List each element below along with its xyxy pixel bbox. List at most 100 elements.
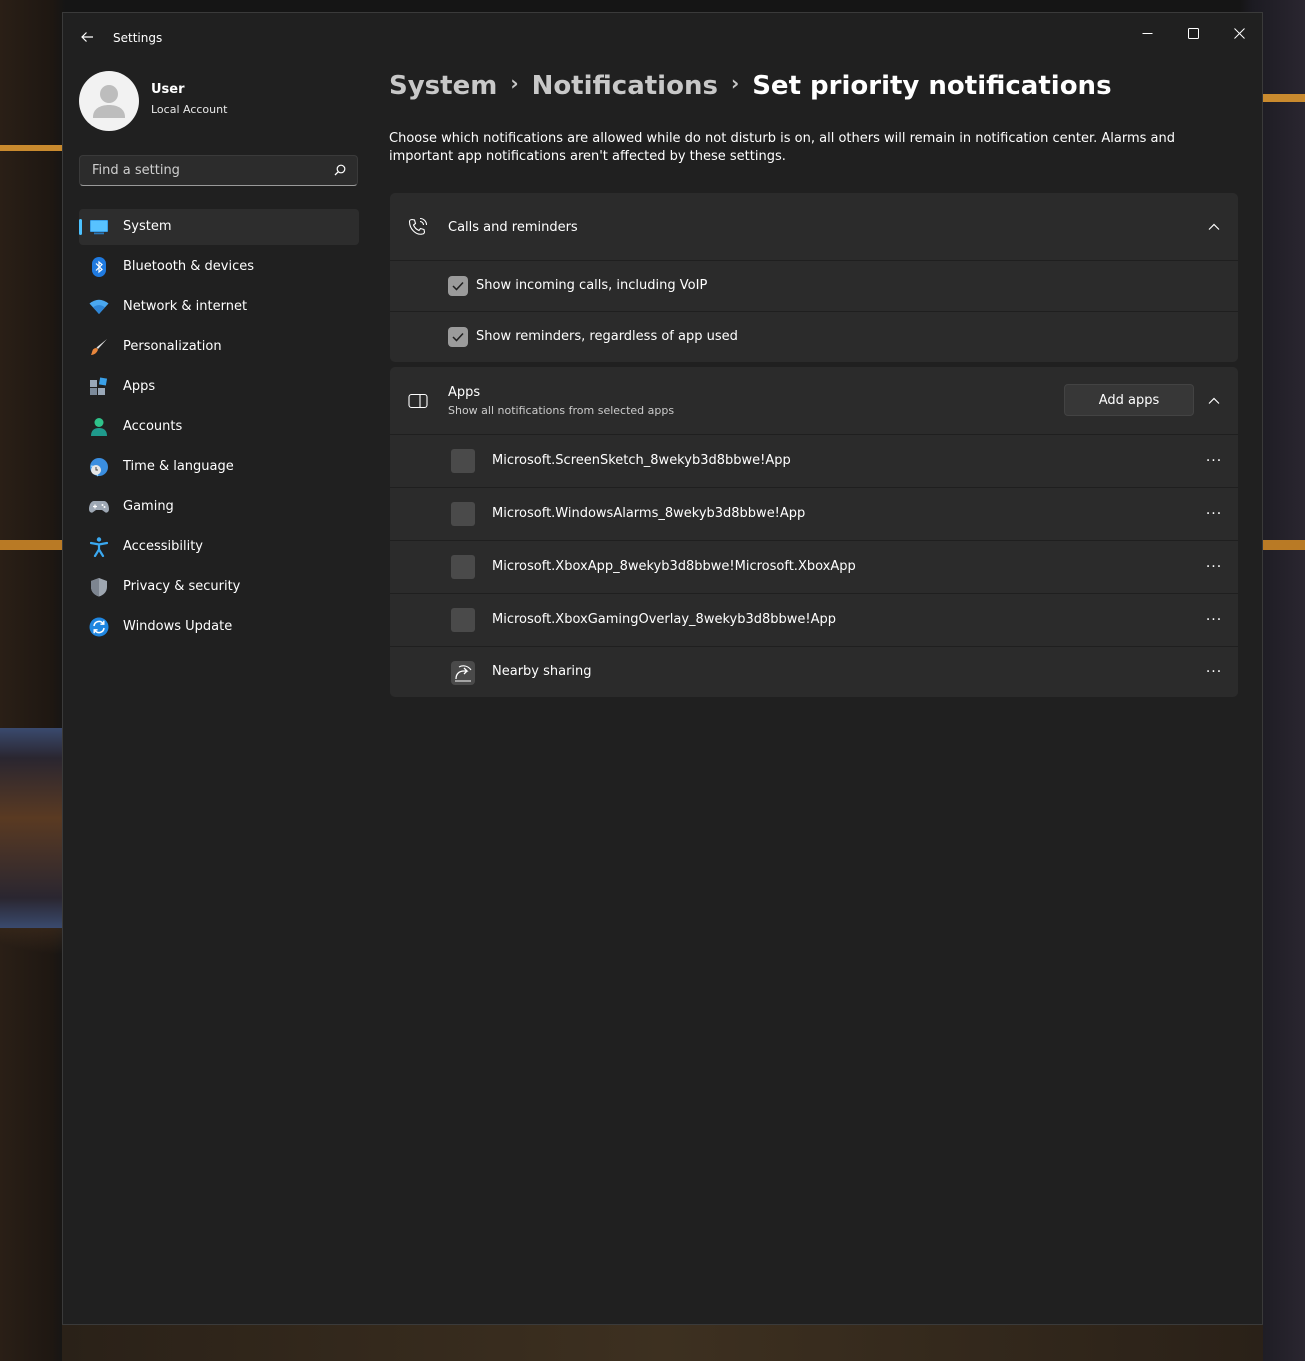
- maximize-icon: [1187, 27, 1199, 39]
- wifi-icon: [89, 297, 109, 317]
- page-title: Set priority notifications: [752, 71, 1112, 101]
- nav-item-apps[interactable]: Apps: [79, 369, 359, 405]
- incoming-calls-checkbox[interactable]: [448, 276, 468, 296]
- app-name: Microsoft.XboxGamingOverlay_8wekyb3d8bbw…: [492, 612, 836, 627]
- app-window-icon: [408, 391, 428, 411]
- app-name: Nearby sharing: [492, 664, 592, 679]
- user-name: User: [151, 82, 185, 97]
- nav-item-accessibility[interactable]: Accessibility: [79, 529, 359, 565]
- app-row[interactable]: Microsoft.XboxApp_8wekyb3d8bbwe!Microsof…: [390, 541, 1238, 594]
- globe-clock-icon: [89, 457, 109, 477]
- search-icon[interactable]: [334, 164, 346, 176]
- accounts-icon: [89, 417, 109, 437]
- reminders-label: Show reminders, regardless of app used: [476, 329, 738, 344]
- nav-label-network: Network & internet: [123, 299, 248, 314]
- more-options-button[interactable]: ···: [1202, 502, 1226, 526]
- app-row[interactable]: Microsoft.ScreenSketch_8wekyb3d8bbwe!App…: [390, 435, 1238, 488]
- nav-label-system: System: [123, 219, 172, 234]
- app-row[interactable]: Microsoft.XboxGamingOverlay_8wekyb3d8bbw…: [390, 594, 1238, 647]
- apps-header[interactable]: Apps Show all notifications from selecte…: [390, 367, 1238, 435]
- app-row[interactable]: Microsoft.WindowsAlarms_8wekyb3d8bbwe!Ap…: [390, 488, 1238, 541]
- app-row[interactable]: Nearby sharing ···: [390, 647, 1238, 697]
- nearby-sharing-icon: [450, 660, 476, 686]
- search-input[interactable]: [90, 162, 324, 179]
- accessibility-icon: [89, 537, 109, 557]
- person-icon: [93, 85, 125, 118]
- nav-item-personalization[interactable]: Personalization: [79, 329, 359, 365]
- chevron-right-icon: ›: [510, 71, 519, 95]
- nav-item-windows-update[interactable]: Windows Update: [79, 609, 359, 645]
- chevron-up-icon[interactable]: [1207, 394, 1221, 408]
- chevron-right-icon: ›: [730, 71, 740, 95]
- breadcrumb-system[interactable]: System: [389, 71, 497, 101]
- shield-icon: [89, 577, 109, 597]
- nav-label-accessibility: Accessibility: [123, 539, 203, 554]
- settings-window: Settings User Local Account Find a setti…: [62, 12, 1263, 1325]
- nav-label-gaming: Gaming: [123, 499, 174, 514]
- apps-icon: [89, 377, 109, 397]
- back-button[interactable]: [76, 26, 98, 48]
- nav-label-time-language: Time & language: [123, 459, 234, 474]
- nav-label-apps: Apps: [123, 379, 156, 394]
- more-options-button[interactable]: ···: [1202, 555, 1226, 579]
- phone-ring-icon: [408, 217, 428, 237]
- nav-item-gaming[interactable]: Gaming: [79, 489, 359, 525]
- update-icon: [89, 617, 109, 637]
- calls-reminders-title: Calls and reminders: [448, 220, 578, 235]
- nav-list: System Bluetooth & devices Network & int…: [79, 209, 359, 649]
- option-incoming-calls[interactable]: Show incoming calls, including VoIP: [390, 261, 1238, 312]
- system-icon: [89, 217, 109, 237]
- add-apps-button[interactable]: Add apps: [1064, 384, 1194, 416]
- nav-label-bluetooth: Bluetooth & devices: [123, 259, 254, 274]
- apps-title: Apps: [448, 385, 481, 400]
- gamepad-icon: [89, 497, 109, 517]
- nav-label-windows-update: Windows Update: [123, 619, 233, 634]
- back-arrow-icon: [81, 32, 93, 42]
- checkmark-icon: [452, 281, 464, 291]
- app-placeholder-icon: [451, 608, 475, 632]
- more-options-button[interactable]: ···: [1202, 449, 1226, 473]
- close-icon: [1233, 27, 1245, 39]
- more-options-button[interactable]: ···: [1202, 660, 1226, 684]
- avatar: [79, 71, 139, 131]
- breadcrumb-notifications[interactable]: Notifications: [532, 71, 718, 101]
- reminders-checkbox[interactable]: [448, 327, 468, 347]
- checkmark-icon: [452, 332, 464, 342]
- app-placeholder-icon: [451, 555, 475, 579]
- nav-item-time-language[interactable]: Time & language: [79, 449, 359, 485]
- user-profile[interactable]: User Local Account: [79, 71, 369, 133]
- bluetooth-icon: [89, 257, 109, 277]
- nav-label-personalization: Personalization: [123, 339, 222, 354]
- nav-item-bluetooth[interactable]: Bluetooth & devices: [79, 249, 359, 285]
- maximize-button[interactable]: [1170, 17, 1216, 49]
- more-options-button[interactable]: ···: [1202, 608, 1226, 632]
- incoming-calls-label: Show incoming calls, including VoIP: [476, 278, 708, 293]
- nav-item-accounts[interactable]: Accounts: [79, 409, 359, 445]
- app-placeholder-icon: [451, 502, 475, 526]
- search-box[interactable]: [79, 155, 358, 186]
- apps-subtitle: Show all notifications from selected app…: [448, 404, 675, 417]
- nav-item-privacy[interactable]: Privacy & security: [79, 569, 359, 605]
- option-reminders[interactable]: Show reminders, regardless of app used: [390, 312, 1238, 362]
- app-placeholder-icon: [451, 449, 475, 473]
- minimize-button[interactable]: [1124, 17, 1170, 49]
- nav-item-system[interactable]: System: [79, 209, 359, 245]
- breadcrumb: System › Notifications › Set priority notifi…: [389, 71, 1112, 101]
- nav-label-accounts: Accounts: [123, 419, 183, 434]
- page-description: Choose which notifications are allowed w…: [389, 131, 1175, 164]
- apps-card: Apps Show all notifications from selecte…: [390, 367, 1238, 697]
- nav-label-privacy: Privacy & security: [123, 579, 241, 594]
- app-name: Microsoft.XboxApp_8wekyb3d8bbwe!Microsof…: [492, 559, 856, 574]
- app-name: Microsoft.ScreenSketch_8wekyb3d8bbwe!App: [492, 453, 791, 468]
- window-title: Settings: [113, 31, 163, 45]
- title-bar: Settings: [63, 13, 1262, 59]
- calls-reminders-header[interactable]: Calls and reminders: [390, 193, 1238, 261]
- close-button[interactable]: [1216, 17, 1262, 49]
- chevron-up-icon[interactable]: [1207, 220, 1221, 234]
- minimize-icon: [1142, 32, 1152, 34]
- calls-reminders-card: Calls and reminders Show incoming calls,…: [390, 193, 1238, 362]
- app-name: Microsoft.WindowsAlarms_8wekyb3d8bbwe!Ap…: [492, 506, 806, 521]
- account-type: Local Account: [151, 103, 228, 116]
- brush-icon: [89, 337, 109, 357]
- nav-item-network[interactable]: Network & internet: [79, 289, 359, 325]
